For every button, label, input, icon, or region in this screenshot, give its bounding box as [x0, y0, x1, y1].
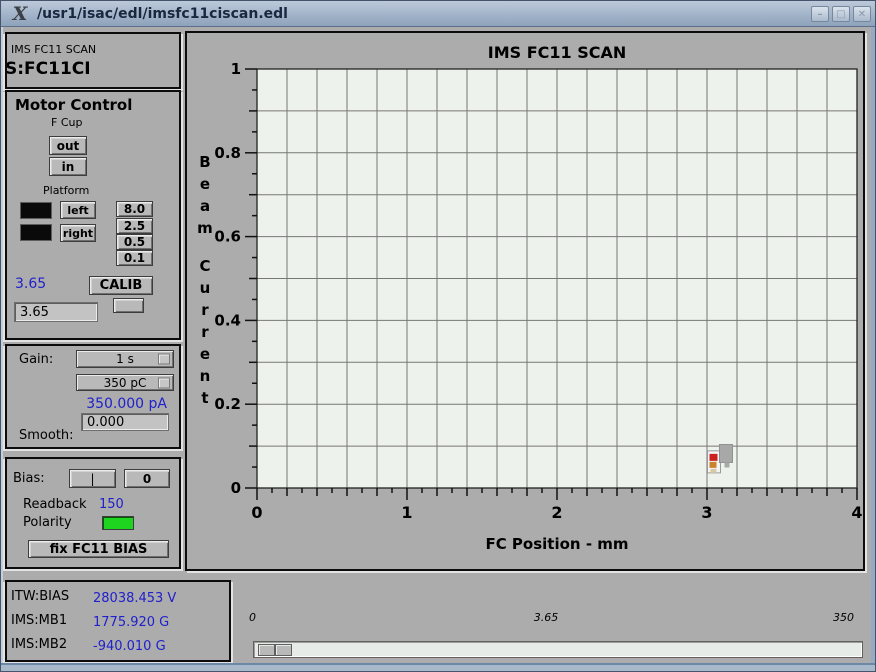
platform-right-button[interactable]: right	[60, 224, 96, 242]
slider-max-label: 350	[833, 611, 854, 624]
slider-min-label: 0	[249, 611, 256, 624]
readback-row-value: -940.010 G	[93, 639, 166, 654]
svg-text:1: 1	[231, 60, 241, 78]
svg-text:4: 4	[851, 503, 862, 522]
close-icon: ✕	[858, 9, 866, 20]
polarity-indicator	[102, 516, 134, 530]
scan-info-panel: IMS FC11 SCAN S:FC11CI	[5, 32, 181, 89]
window-frame-left	[1, 27, 3, 672]
smooth-label: Smooth:	[19, 428, 74, 443]
current-readback: 350.000 pA	[41, 396, 167, 412]
slider-value-label: 3.65	[516, 611, 576, 624]
scan-chart: 0 1 2 3 4 0 0.2 0.4 0.6 0.8 1 IMS FC11 SCAN FC Posit…	[185, 31, 865, 571]
motor-control-title: Motor Control	[15, 96, 132, 114]
window-frame-bottom	[1, 663, 876, 671]
step-button-0-5[interactable]: 0.5	[116, 234, 153, 250]
fix-bias-button[interactable]: fix FC11 BIAS	[28, 540, 169, 558]
gain-panel: Gain: 1 s 350 pC 350.000 pA 0.000 Smooth…	[5, 344, 181, 449]
position-entry[interactable]: 3.65	[14, 302, 98, 322]
platform-left-indicator	[20, 202, 52, 219]
step-button-8[interactable]: 8.0	[116, 201, 153, 217]
svg-text:0.4: 0.4	[214, 311, 241, 329]
svg-text:u: u	[200, 279, 211, 297]
bias-entry[interactable]: |	[69, 469, 116, 488]
svg-text:0.8: 0.8	[214, 144, 241, 162]
bias-readback-label: Readback	[23, 497, 87, 512]
bias-readback-value: 150	[99, 497, 124, 512]
calib-button[interactable]: CALIB	[89, 276, 153, 295]
svg-text:B: B	[199, 153, 210, 171]
platform-right-indicator	[20, 224, 52, 241]
svg-text:2: 2	[551, 503, 562, 522]
x11-logo-icon: X	[7, 3, 33, 25]
readback-row-label: IMS:MB2	[11, 637, 67, 652]
fcup-out-button[interactable]: out	[49, 136, 87, 155]
gain-range-value: 350 pC	[104, 376, 147, 390]
gain-time-select[interactable]: 1 s	[76, 350, 174, 368]
svg-text:1: 1	[401, 503, 412, 522]
minimize-button[interactable]: –	[811, 6, 829, 22]
svg-text:a: a	[200, 197, 210, 215]
maximize-icon: □	[836, 9, 845, 20]
position-slider-thumb[interactable]	[258, 644, 292, 656]
readbacks-panel: ITW:BIAS 28038.453 V IMS:MB1 1775.920 G …	[5, 580, 231, 662]
smooth-entry[interactable]: 0.000	[81, 413, 169, 431]
svg-text:m: m	[197, 219, 213, 237]
gain-label: Gain:	[19, 352, 53, 367]
device-name-label: S:FC11CI	[5, 59, 91, 79]
svg-text:r: r	[201, 323, 209, 341]
fcup-in-button[interactable]: in	[49, 157, 87, 176]
fcup-label: F Cup	[51, 116, 82, 129]
bias-zero-button[interactable]: 0	[124, 469, 170, 488]
dropdown-indicator-icon	[158, 354, 170, 365]
position-readback: 3.65	[15, 276, 46, 292]
readback-row-value: 1775.920 G	[93, 615, 169, 630]
window-title: /usr1/isac/edl/imsfc11ciscan.edl	[37, 6, 288, 22]
svg-text:e: e	[200, 175, 210, 193]
scan-name-label: IMS FC11 SCAN	[11, 43, 96, 56]
motor-control-panel: Motor Control F Cup out in Platform left…	[5, 90, 181, 340]
app-window: X /usr1/isac/edl/imsfc11ciscan.edl – □ ✕…	[0, 0, 876, 672]
svg-text:0.6: 0.6	[214, 228, 241, 246]
blank-button[interactable]	[113, 298, 144, 313]
step-button-2-5[interactable]: 2.5	[116, 218, 153, 234]
svg-text:e: e	[200, 345, 210, 363]
readback-row-label: IMS:MB1	[11, 613, 67, 628]
svg-text:3: 3	[701, 503, 712, 522]
readback-row-label: ITW:BIAS	[11, 589, 69, 604]
polarity-label: Polarity	[23, 515, 72, 530]
svg-text:FC Position - mm: FC Position - mm	[485, 535, 628, 553]
svg-text:t: t	[201, 389, 208, 407]
svg-text:C: C	[199, 257, 210, 275]
maximize-button[interactable]: □	[832, 6, 850, 22]
svg-text:r: r	[201, 301, 209, 319]
gain-range-select[interactable]: 350 pC	[76, 374, 174, 391]
scan-plot-area: 0 1 2 3 4 0 0.2 0.4 0.6 0.8 1 IMS FC11 SCAN FC Posit…	[187, 33, 863, 569]
position-slider-track[interactable]	[253, 641, 863, 658]
close-button[interactable]: ✕	[853, 6, 871, 22]
platform-left-button[interactable]: left	[60, 201, 96, 219]
svg-text:0: 0	[231, 479, 241, 497]
svg-text:0: 0	[251, 503, 262, 522]
bias-label: Bias:	[13, 471, 45, 486]
step-button-0-1[interactable]: 0.1	[116, 250, 153, 266]
minimize-icon: –	[818, 9, 823, 20]
window-titlebar[interactable]: X /usr1/isac/edl/imsfc11ciscan.edl – □ ✕	[1, 1, 876, 27]
platform-label: Platform	[43, 184, 89, 197]
gain-time-value: 1 s	[116, 352, 134, 366]
dropdown-indicator-icon	[158, 377, 170, 388]
svg-text:n: n	[200, 367, 211, 385]
bias-panel: Bias: | 0 Readback 150 Polarity fix FC11…	[5, 457, 181, 569]
svg-text:0.2: 0.2	[214, 395, 241, 413]
window-frame-right	[871, 27, 875, 672]
svg-text:IMS FC11 SCAN: IMS FC11 SCAN	[488, 43, 627, 62]
readback-row-value: 28038.453 V	[93, 591, 176, 606]
